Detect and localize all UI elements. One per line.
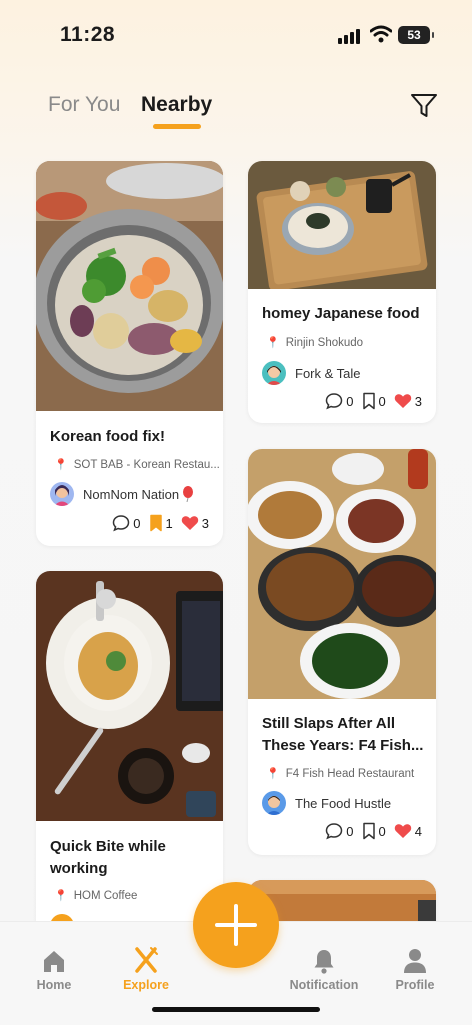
save-count-value: 0 — [378, 823, 386, 839]
post-card[interactable]: Quick Bite while working 📍 HOM Coffee — [36, 571, 223, 923]
nav-notification-label: Notification — [289, 978, 359, 992]
post-location: 📍 Rinjin Shokudo — [266, 336, 363, 349]
save-count[interactable]: 1 — [149, 514, 173, 532]
comment-count-value: 0 — [346, 393, 354, 409]
post-author[interactable]: Fork & Tale — [262, 361, 361, 385]
heart-icon — [181, 516, 198, 530]
location-pin-icon: 📍 — [266, 337, 280, 349]
nav-explore-label: Explore — [123, 978, 169, 992]
post-card[interactable]: Korean food fix! 📍 SOT BAB - Korean Resta… — [36, 161, 223, 546]
like-count[interactable]: 3 — [394, 393, 422, 409]
filter-icon[interactable] — [410, 93, 438, 119]
like-count[interactable]: 4 — [394, 823, 422, 839]
comment-count-value: 0 — [346, 823, 354, 839]
bookmark-icon — [362, 822, 375, 840]
avatar — [262, 361, 286, 385]
post-location: 📍 SOT BAB - Korean Restau... — [54, 458, 220, 471]
plus-icon — [215, 904, 257, 946]
location-text: Rinjin Shokudo — [285, 337, 364, 349]
comment-icon — [326, 823, 343, 840]
save-count-value: 1 — [165, 515, 173, 531]
location-text: SOT BAB - Korean Restau... — [73, 459, 220, 471]
location-pin-icon: 📍 — [54, 459, 68, 471]
person-icon — [404, 949, 426, 973]
comment-count[interactable]: 0 — [325, 822, 354, 840]
home-indicator — [152, 1007, 320, 1012]
battery-icon: 53 — [398, 26, 434, 44]
post-title: Korean food fix! — [50, 428, 165, 445]
comment-count-value: 0 — [133, 515, 141, 531]
active-tab-indicator — [153, 124, 201, 129]
author-name: NomNom Nation — [83, 486, 180, 502]
heart-icon — [394, 824, 411, 838]
location-text: F4 Fish Head Restaurant — [285, 768, 415, 780]
location-text: HOM Coffee — [73, 890, 138, 902]
post-location: 📍 HOM Coffee — [54, 889, 137, 902]
heart-icon — [394, 394, 411, 408]
like-count-value: 3 — [414, 393, 422, 409]
comment-icon — [326, 393, 343, 410]
save-count[interactable]: 0 — [362, 392, 386, 410]
comment-count[interactable]: 0 — [325, 392, 354, 410]
post-card[interactable]: homey Japanese food 📍 Rinjin Shokudo Fork… — [248, 161, 436, 423]
post-card[interactable]: Still Slaps After All These Years: F4 Fi… — [248, 449, 436, 855]
bookmark-icon — [149, 514, 162, 532]
create-post-button[interactable] — [193, 882, 279, 968]
post-title: Quick Bite while working — [50, 838, 166, 877]
tab-for-you[interactable]: For You — [48, 93, 120, 117]
nav-explore[interactable]: Explore — [106, 944, 186, 992]
nav-home-label: Home — [36, 978, 72, 992]
save-count[interactable]: 0 — [362, 822, 386, 840]
cellular-signal-icon — [338, 28, 362, 44]
comment-count[interactable]: 0 — [112, 514, 141, 532]
post-location: 📍 F4 Fish Head Restaurant — [266, 767, 414, 780]
avatar — [50, 482, 74, 506]
status-time: 11:28 — [60, 23, 116, 46]
comment-icon — [113, 515, 130, 532]
save-count-value: 0 — [378, 393, 386, 409]
tab-nearby[interactable]: Nearby — [141, 93, 212, 117]
wifi-icon — [370, 25, 392, 43]
post-title: Still Slaps After All These Years: F4 Fi… — [262, 715, 424, 754]
location-pin-icon: 📍 — [266, 768, 280, 780]
location-pin-icon: 📍 — [54, 890, 68, 902]
nav-home[interactable]: Home — [14, 944, 94, 992]
status-bar: 11:28 53 — [0, 0, 472, 70]
post-stats: 0 0 3 — [317, 392, 422, 410]
post-photo — [248, 161, 436, 289]
nav-profile-label: Profile — [395, 978, 435, 992]
post-photo — [36, 161, 223, 411]
nav-notification[interactable]: Notification — [284, 944, 364, 992]
feed-tabs: For You Nearby — [0, 88, 472, 138]
author-name: The Food Hustle — [295, 795, 392, 811]
like-count-value: 3 — [201, 515, 209, 531]
post-title: homey Japanese food — [262, 305, 420, 322]
post-stats: 0 0 4 — [317, 822, 422, 840]
fork-knife-icon — [135, 947, 158, 973]
post-author[interactable]: NomNom Nation — [50, 482, 194, 506]
post-photo — [248, 449, 436, 699]
balloon-icon — [183, 486, 194, 502]
like-count-value: 4 — [414, 823, 422, 839]
post-photo — [36, 571, 223, 821]
post-author[interactable]: The Food Hustle — [262, 791, 391, 815]
author-name: Fork & Tale — [295, 365, 361, 381]
bookmark-icon — [362, 392, 375, 410]
nav-profile[interactable]: Profile — [375, 944, 455, 992]
home-icon — [44, 951, 64, 972]
avatar — [262, 791, 286, 815]
post-stats: 0 1 3 — [104, 514, 209, 532]
bell-icon — [314, 950, 334, 974]
like-count[interactable]: 3 — [181, 515, 209, 531]
